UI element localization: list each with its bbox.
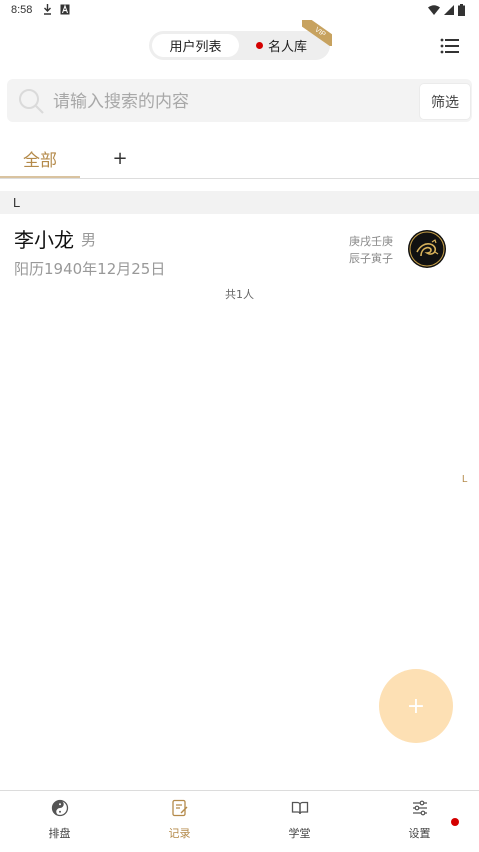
status-notification-icons	[43, 4, 70, 15]
add-record-label: +	[406, 693, 426, 719]
section-letter: L	[13, 195, 21, 210]
search-input[interactable]	[51, 90, 415, 114]
nav-item-paipan[interactable]: 排盘	[0, 791, 119, 852]
bottom-nav: 排盘 记录 学堂 设置	[0, 790, 479, 852]
tab-all[interactable]: 全部	[0, 140, 80, 178]
avatar[interactable]	[408, 230, 446, 268]
signal-icon	[444, 5, 454, 15]
list-menu-icon[interactable]	[440, 37, 460, 55]
section-header: L	[0, 191, 479, 214]
wifi-icon	[428, 5, 440, 15]
index-sidebar-letter[interactable]: L	[462, 474, 468, 485]
bazi-stems: 庚戌壬庚	[349, 235, 393, 248]
vip-badge: VIP	[302, 20, 332, 46]
bazi-branches: 辰子寅子	[349, 252, 393, 265]
dragon-logo-icon	[409, 231, 445, 267]
tab-user-list[interactable]: 用户列表	[152, 34, 239, 57]
nav-label: 排盘	[48, 827, 71, 840]
status-bar: 8:58	[0, 0, 479, 22]
contact-gender: 男	[81, 231, 97, 249]
download-icon	[44, 4, 51, 15]
nav-item-school[interactable]: 学堂	[240, 791, 359, 852]
search-icon	[19, 89, 44, 114]
battery-icon	[458, 4, 465, 16]
edit-note-icon	[171, 799, 187, 817]
sliders-icon	[412, 800, 427, 816]
nav-label: 记录	[168, 827, 191, 840]
contact-birthdate: 阳历1940年12月25日	[14, 260, 166, 278]
notification-dot	[256, 42, 263, 49]
book-icon	[291, 801, 308, 815]
tab-all-label: 全部	[23, 150, 57, 171]
filter-button-label: 筛选	[431, 94, 459, 111]
group-tabs: 全部 +	[0, 134, 479, 179]
nav-label: 学堂	[288, 827, 311, 840]
nav-label: 设置	[408, 827, 431, 840]
nav-item-settings[interactable]: 设置	[360, 791, 479, 852]
status-system-icons	[428, 4, 465, 16]
add-group-button[interactable]: +	[108, 140, 132, 176]
app-a-icon	[60, 4, 70, 15]
yin-yang-icon	[51, 799, 68, 817]
contact-name: 李小龙	[14, 228, 74, 252]
list-item[interactable]: 李小龙 男 阳历1940年12月25日 庚戌壬庚 辰子寅子	[0, 218, 479, 286]
settings-notification-dot	[451, 818, 459, 826]
tab-user-list-label: 用户列表	[169, 40, 222, 55]
search-bar: 筛选	[7, 79, 472, 122]
status-time: 8:58	[11, 4, 33, 16]
nav-item-records[interactable]: 记录	[120, 791, 239, 852]
filter-button[interactable]: 筛选	[419, 83, 471, 120]
total-count: 共1人	[225, 288, 254, 301]
add-group-label: +	[112, 147, 128, 169]
add-record-button[interactable]: +	[379, 669, 453, 743]
